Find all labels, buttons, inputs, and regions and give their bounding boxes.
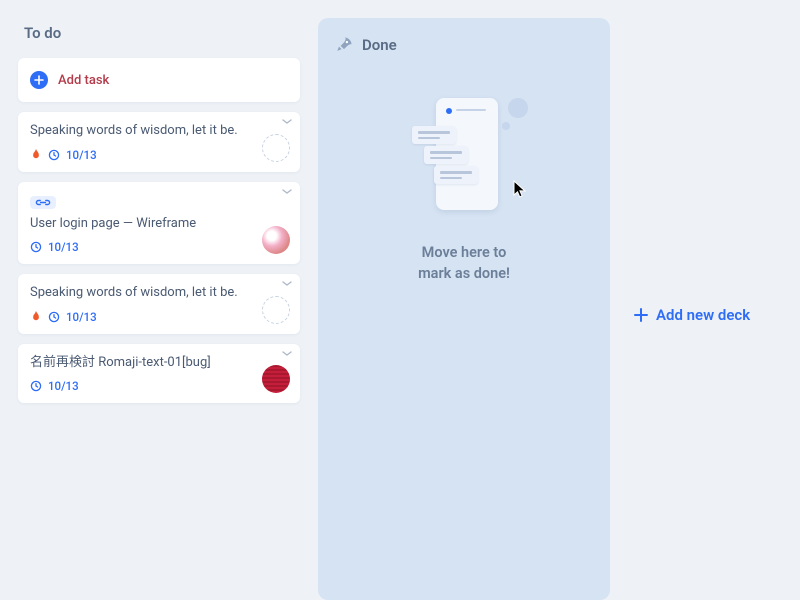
column-done[interactable]: Done — [318, 18, 610, 600]
column-title: Done — [362, 36, 397, 54]
column-header-todo: To do — [18, 18, 300, 58]
clock-icon — [30, 241, 42, 253]
add-task-button[interactable]: Add task — [18, 58, 300, 102]
assignee-placeholder-icon[interactable] — [262, 134, 290, 162]
task-title: Speaking words of wisdom, let it be. — [30, 122, 288, 140]
task-card[interactable]: User login page — Wireframe 10/13 — [18, 182, 300, 265]
link-icon — [30, 196, 56, 209]
column-todo: To do Add task Speaking words of wisdom,… — [18, 18, 300, 600]
empty-illustration-icon — [404, 98, 524, 218]
clock-icon — [30, 380, 42, 392]
task-date: 10/13 — [66, 148, 97, 162]
plus-icon — [634, 308, 648, 322]
task-card[interactable]: 名前再検討 Romaji-text-01[bug] 10/13 — [18, 344, 300, 404]
task-card[interactable]: Speaking words of wisdom, let it be. 10/… — [18, 274, 300, 334]
assignee-avatar[interactable] — [262, 365, 290, 393]
task-date: 10/13 — [66, 310, 97, 324]
rocket-icon — [334, 35, 354, 55]
column-header-done: Done — [332, 30, 596, 70]
flame-icon — [30, 310, 42, 323]
chevron-down-icon[interactable] — [282, 188, 292, 196]
chevron-down-icon[interactable] — [282, 280, 292, 288]
task-meta: 10/13 — [30, 310, 288, 324]
task-title: User login page — Wireframe — [30, 215, 288, 233]
empty-line-2: mark as done! — [418, 263, 510, 284]
add-deck-button[interactable]: Add new deck — [628, 18, 750, 600]
chevron-down-icon[interactable] — [282, 118, 292, 126]
assignee-placeholder-icon[interactable] — [262, 296, 290, 324]
assignee-avatar[interactable] — [262, 226, 290, 254]
flame-icon — [30, 148, 42, 161]
task-title: Speaking words of wisdom, let it be. — [30, 284, 288, 302]
task-meta: 10/13 — [30, 379, 288, 393]
clock-icon — [48, 311, 60, 323]
task-meta: 10/13 — [30, 148, 288, 162]
clock-icon — [48, 149, 60, 161]
column-title: To do — [24, 24, 61, 42]
plus-circle-icon — [30, 71, 48, 89]
add-task-label: Add task — [58, 73, 109, 88]
empty-state-text: Move here to mark as done! — [418, 242, 510, 284]
task-date: 10/13 — [48, 379, 79, 393]
task-title: 名前再検討 Romaji-text-01[bug] — [30, 354, 288, 372]
empty-state: Move here to mark as done! — [332, 70, 596, 284]
task-meta: 10/13 — [30, 240, 288, 254]
task-card[interactable]: Speaking words of wisdom, let it be. 10/… — [18, 112, 300, 172]
task-date: 10/13 — [48, 240, 79, 254]
kanban-board: To do Add task Speaking words of wisdom,… — [0, 0, 800, 600]
chevron-down-icon[interactable] — [282, 350, 292, 358]
empty-line-1: Move here to — [422, 244, 507, 261]
add-deck-label: Add new deck — [656, 306, 750, 324]
